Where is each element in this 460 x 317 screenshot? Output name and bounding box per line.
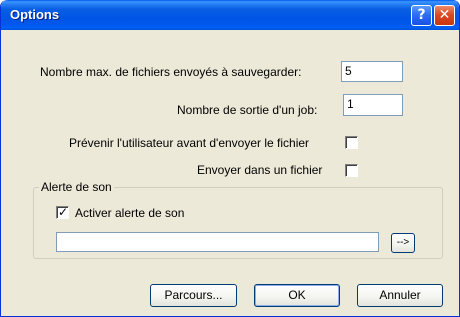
enable-sound-label: Activer alerte de son xyxy=(75,206,185,220)
close-icon[interactable]: ✕ xyxy=(434,5,455,26)
title-bar[interactable]: Options ? ✕ xyxy=(1,0,459,30)
cancel-button[interactable]: Annuler xyxy=(357,284,443,307)
send-to-file-label: Envoyer dans un fichier xyxy=(197,163,323,177)
send-to-file-checkbox[interactable] xyxy=(345,164,358,177)
help-icon[interactable]: ? xyxy=(411,5,432,26)
warn-user-label: Prévenir l'utilisateur avant d'envoyer l… xyxy=(69,136,310,150)
max-files-label: Nombre max. de fichiers envoyés à sauveg… xyxy=(40,65,302,79)
job-output-input[interactable]: 1 xyxy=(343,94,403,116)
check-icon: ✓ xyxy=(58,205,69,219)
browse-button[interactable]: Parcours... xyxy=(150,284,237,307)
sound-alert-group-label: Alerte de son xyxy=(39,180,114,194)
enable-sound-checkbox[interactable]: ✓ xyxy=(56,205,69,219)
job-output-label: Nombre de sortie d'un job: xyxy=(177,103,318,117)
warn-user-checkbox[interactable] xyxy=(345,136,358,149)
max-files-input[interactable]: 5 xyxy=(341,61,403,82)
ok-button[interactable]: OK xyxy=(254,284,340,307)
window-title: Options xyxy=(10,7,60,22)
sound-file-browse-arrow-button[interactable]: --> xyxy=(391,233,415,253)
options-dialog: Options ? ✕ Nombre max. de fichiers envo… xyxy=(0,0,460,317)
sound-file-path-input[interactable] xyxy=(56,232,379,252)
